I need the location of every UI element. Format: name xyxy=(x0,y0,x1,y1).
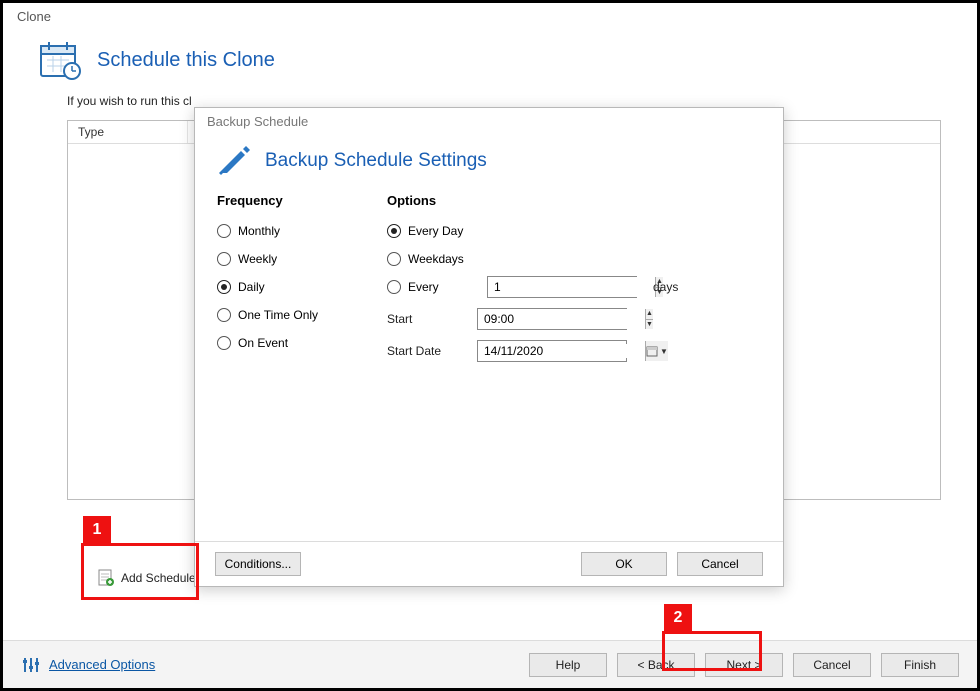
breadcrumb: Clone xyxy=(3,3,977,30)
start-time-down[interactable]: ▼ xyxy=(646,320,653,330)
advanced-options-label: Advanced Options xyxy=(49,657,155,672)
start-date-picker[interactable]: ▼ xyxy=(477,340,627,362)
start-label: Start xyxy=(387,312,467,326)
every-n-input[interactable] xyxy=(488,277,655,297)
radio-on-event[interactable]: On Event xyxy=(217,332,347,354)
every-n-unit: days xyxy=(653,280,678,294)
backup-schedule-dialog: Backup Schedule Backup Schedule Settings… xyxy=(194,107,784,587)
options-column: Options Every Day Weekdays Every ▲ ▼ xyxy=(387,193,761,372)
options-heading: Options xyxy=(387,193,761,208)
start-date-label: Start Date xyxy=(387,344,467,358)
radio-one-time-label: One Time Only xyxy=(238,308,318,322)
add-schedule-icon xyxy=(97,569,115,587)
frequency-column: Frequency Monthly Weekly Daily One Time … xyxy=(217,193,347,372)
table-col-type[interactable]: Type xyxy=(68,121,188,143)
radio-weekdays[interactable]: Weekdays xyxy=(387,248,761,270)
finish-button[interactable]: Finish xyxy=(881,653,959,677)
calendar-clock-icon xyxy=(39,40,83,80)
start-date-input[interactable] xyxy=(478,344,645,358)
frequency-heading: Frequency xyxy=(217,193,347,208)
radio-weekdays-label: Weekdays xyxy=(408,252,464,266)
radio-daily[interactable]: Daily xyxy=(217,276,347,298)
radio-every-day[interactable]: Every Day xyxy=(387,220,761,242)
dialog-title: Backup Schedule xyxy=(195,108,783,135)
dialog-cancel-button[interactable]: Cancel xyxy=(677,552,763,576)
help-button[interactable]: Help xyxy=(529,653,607,677)
radio-every-n-label: Every xyxy=(408,280,439,294)
radio-weekly-label: Weekly xyxy=(238,252,277,266)
start-date-dropdown[interactable]: ▼ xyxy=(645,341,668,361)
ok-button[interactable]: OK xyxy=(581,552,667,576)
wizard-footer: Advanced Options Help < Back Next > Canc… xyxy=(3,640,977,688)
add-schedule-label: Add Schedule xyxy=(121,571,196,585)
radio-on-event-label: On Event xyxy=(238,336,288,350)
sliders-icon xyxy=(21,655,41,675)
start-time-spinner[interactable]: ▲ ▼ xyxy=(477,308,627,330)
radio-monthly-label: Monthly xyxy=(238,224,280,238)
advanced-options-link[interactable]: Advanced Options xyxy=(21,655,155,675)
start-time-input[interactable] xyxy=(478,309,645,329)
page-description: If you wish to run this cl xyxy=(67,94,941,108)
every-n-spinner[interactable]: ▲ ▼ xyxy=(487,276,637,298)
chevron-down-icon: ▼ xyxy=(660,347,668,356)
start-time-up[interactable]: ▲ xyxy=(646,309,653,320)
radio-every-n[interactable]: Every xyxy=(387,276,477,298)
next-button[interactable]: Next > xyxy=(705,653,783,677)
conditions-button[interactable]: Conditions... xyxy=(215,552,301,576)
dialog-heading: Backup Schedule Settings xyxy=(265,150,487,172)
radio-one-time-only[interactable]: One Time Only xyxy=(217,304,347,326)
radio-monthly[interactable]: Monthly xyxy=(217,220,347,242)
radio-weekly[interactable]: Weekly xyxy=(217,248,347,270)
calendar-small-icon xyxy=(646,345,658,357)
radio-daily-label: Daily xyxy=(238,280,265,294)
page-title: Schedule this Clone xyxy=(97,49,275,72)
add-schedule-button[interactable]: Add Schedule xyxy=(93,567,200,589)
pencil-icon xyxy=(217,143,253,179)
back-button[interactable]: < Back xyxy=(617,653,695,677)
radio-every-day-label: Every Day xyxy=(408,224,463,238)
cancel-button[interactable]: Cancel xyxy=(793,653,871,677)
